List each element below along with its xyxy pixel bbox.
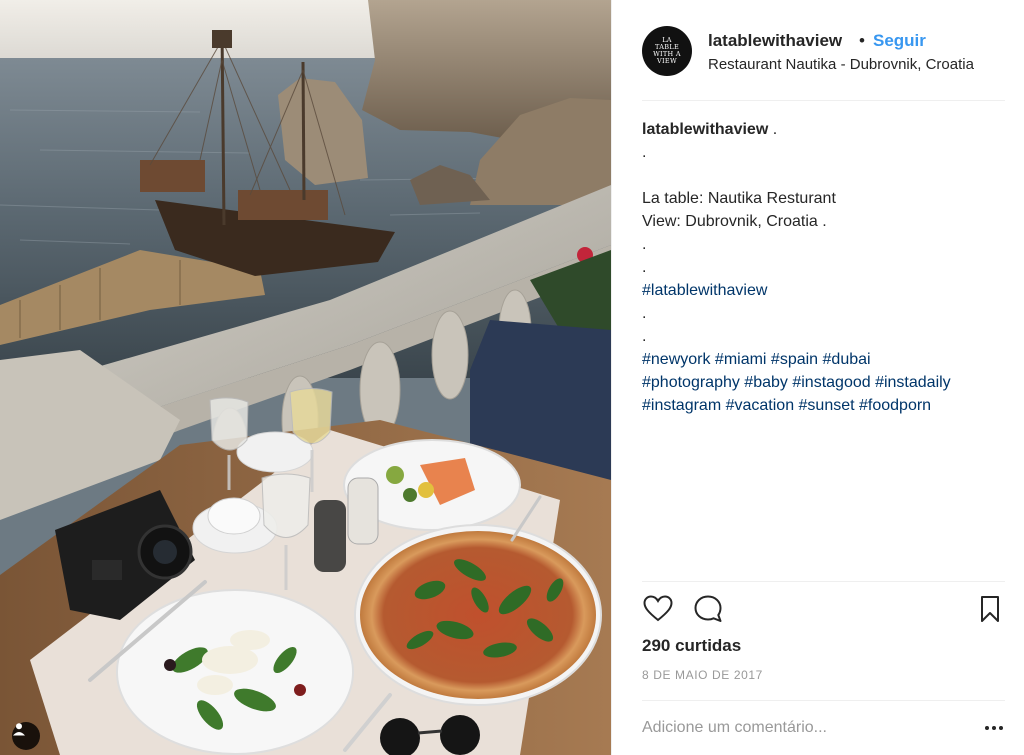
bookmark-icon[interactable] <box>974 593 1006 625</box>
separator-dot: • <box>859 31 865 50</box>
caption-line: . <box>642 259 647 276</box>
avatar-logo-text: LA TABLE WITH A VIEW <box>653 36 681 65</box>
avatar[interactable]: LA TABLE WITH A VIEW <box>642 26 692 76</box>
post-date[interactable]: 8 DE MAIO DE 2017 <box>642 668 763 682</box>
post-photo[interactable] <box>0 0 611 755</box>
actions-divider <box>642 581 1005 582</box>
heart-icon[interactable] <box>642 593 674 625</box>
caption-line: . <box>642 305 647 322</box>
header-divider <box>642 100 1005 101</box>
caption-line: . <box>642 144 647 161</box>
comment-input[interactable] <box>642 716 962 740</box>
caption-line <box>642 164 1012 187</box>
username-link[interactable]: latablewithaview <box>708 31 842 51</box>
caption-line: View: Dubrovnik, Croatia . <box>642 213 827 230</box>
post-header: LA TABLE WITH A VIEW latablewithaview • … <box>612 0 1024 100</box>
location-link[interactable]: Restaurant Nautika - Dubrovnik, Croatia <box>708 56 974 73</box>
hashtag-line[interactable]: #instagram #vacation #sunset #foodporn <box>642 394 1012 417</box>
hashtag-line[interactable]: #newyork #miami #spain #dubai <box>642 348 1012 371</box>
restaurant-view-image <box>0 0 611 755</box>
post-caption: latablewithaview . . La table: Nautika R… <box>642 118 1012 417</box>
person-icon <box>13 723 25 736</box>
instagram-post: LA TABLE WITH A VIEW latablewithaview • … <box>0 0 1024 755</box>
caption-line: . <box>642 236 647 253</box>
caption-author-link[interactable]: latablewithaview <box>642 121 768 138</box>
comment-divider <box>642 700 1005 701</box>
post-actions <box>642 593 1006 627</box>
caption-line: . <box>768 121 778 138</box>
hashtag-line[interactable]: #latablewithaview <box>642 279 1012 302</box>
likes-count[interactable]: 290 curtidas <box>642 636 741 656</box>
comment-icon[interactable] <box>692 593 724 625</box>
user-tag-icon[interactable] <box>12 722 40 750</box>
follow-button[interactable]: Seguir <box>873 31 926 51</box>
post-side-panel: LA TABLE WITH A VIEW latablewithaview • … <box>611 0 1024 755</box>
caption-line: La table: Nautika Resturant <box>642 190 836 207</box>
hashtag-line[interactable]: #photography #baby #instagood #instadail… <box>642 371 1012 394</box>
caption-line: . <box>642 328 647 345</box>
more-options-icon[interactable] <box>982 718 1006 738</box>
